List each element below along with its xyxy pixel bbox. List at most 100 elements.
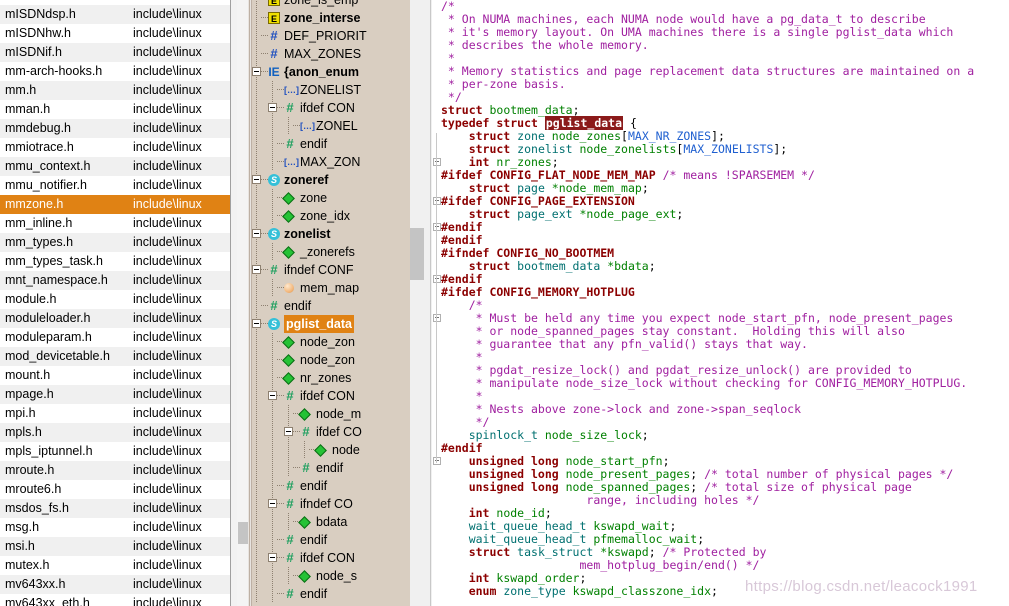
tree-node[interactable]: # ifdef CON: [252, 387, 424, 405]
code-fold-toggle[interactable]: [433, 158, 441, 166]
tree-collapse-toggle[interactable]: [252, 175, 261, 184]
file-list-item[interactable]: moduleparam.h include\linux: [0, 328, 230, 347]
file-list-item[interactable]: mroute6.h include\linux: [0, 480, 230, 499]
tree-node[interactable]: zone_idx: [252, 207, 424, 225]
tree-node[interactable]: # DEF_PRIORIT: [252, 27, 424, 45]
tree-collapse-toggle[interactable]: [268, 553, 277, 562]
tree-node[interactable]: # ifndef CONF: [252, 261, 424, 279]
file-list-item[interactable]: mmzone.h include\linux: [0, 195, 230, 214]
tree-node[interactable]: # endif: [252, 297, 424, 315]
file-list-item[interactable]: mmiotrace.h include\linux: [0, 138, 230, 157]
tree-node[interactable]: […] MAX_ZON: [252, 153, 424, 171]
symbol-tree-panel[interactable]: Ezone_is_emp Ezone_interse # DEF_PRIORIT # MA…: [252, 0, 424, 606]
tree-node[interactable]: zone: [252, 189, 424, 207]
tree-collapse-toggle[interactable]: [252, 319, 261, 328]
file-list-item[interactable]: mnt_namespace.h include\linux: [0, 271, 230, 290]
file-list-item[interactable]: mpls.h include\linux: [0, 423, 230, 442]
file-list-item[interactable]: mroute.h include\linux: [0, 461, 230, 480]
symbol-tree[interactable]: Ezone_is_emp Ezone_interse # DEF_PRIORIT # MA…: [252, 0, 424, 603]
open-files-panel[interactable]: miscdevice.hinclude\linuxmISDNdsp.hinclu…: [0, 0, 231, 606]
file-list-item[interactable]: mpage.h include\linux: [0, 385, 230, 404]
tree-collapse-toggle[interactable]: [252, 67, 261, 76]
tree-node[interactable]: Szoneref: [252, 171, 424, 189]
file-list-item[interactable]: mISDNif.h include\linux: [0, 43, 230, 62]
tree-node[interactable]: bdata: [252, 513, 424, 531]
file-list-item[interactable]: mm_types_task.h include\linux: [0, 252, 230, 271]
tree-node[interactable]: Ezone_is_emp: [252, 0, 424, 9]
code-token: kswapd_wait: [593, 519, 670, 533]
code-editor-panel[interactable]: /* * On NUMA machines, each NUMA node wo…: [432, 0, 1009, 606]
tree-node-label: bdata: [316, 515, 348, 529]
file-list[interactable]: miscdevice.hinclude\linuxmISDNdsp.hinclu…: [0, 0, 230, 606]
tree-node[interactable]: _zonerefs: [252, 243, 424, 261]
file-list-item[interactable]: msdos_fs.h include\linux: [0, 499, 230, 518]
tree-collapse-toggle[interactable]: [252, 229, 261, 238]
tree-scroll-thumb[interactable]: [410, 228, 424, 280]
tree-node[interactable]: nr_zones: [252, 369, 424, 387]
tree-node[interactable]: # endif: [252, 459, 424, 477]
tree-collapse-toggle[interactable]: [268, 103, 277, 112]
file-list-item[interactable]: mpls_iptunnel.h include\linux: [0, 442, 230, 461]
file-list-item[interactable]: mm_inline.h include\linux: [0, 214, 230, 233]
file-list-item[interactable]: mutex.h include\linux: [0, 556, 230, 575]
tree-node[interactable]: mem_map: [252, 279, 424, 297]
tree-collapse-toggle[interactable]: [268, 391, 277, 400]
tree-node-label: zone: [300, 191, 328, 205]
tree-node[interactable]: # ifdef CON: [252, 99, 424, 117]
tree-node[interactable]: # endif: [252, 531, 424, 549]
code-fold-toggle[interactable]: [433, 457, 441, 465]
file-list-item[interactable]: mv643xx_eth.h include\linux: [0, 594, 230, 606]
tree-node[interactable]: # endif: [252, 135, 424, 153]
tree-node[interactable]: node_zon: [252, 351, 424, 369]
file-list-item[interactable]: mmdebug.h include\linux: [0, 119, 230, 138]
tree-collapse-toggle[interactable]: [252, 265, 261, 274]
tree-collapse-toggle[interactable]: [284, 427, 293, 436]
file-list-scrollbar[interactable]: [237, 0, 248, 606]
file-list-item[interactable]: msi.h include\linux: [0, 537, 230, 556]
tree-collapse-toggle[interactable]: [268, 499, 277, 508]
file-list-item[interactable]: moduleloader.h include\linux: [0, 309, 230, 328]
file-list-item[interactable]: mISDNdsp.h include\linux: [0, 5, 230, 24]
code-fold-toggle[interactable]: [433, 197, 441, 205]
code-text-area[interactable]: /* * On NUMA machines, each NUMA node wo…: [441, 0, 1009, 598]
tree-node[interactable]: node: [252, 441, 424, 459]
tree-node[interactable]: […] ZONEL: [252, 117, 424, 135]
file-list-item[interactable]: mISDNhw.h include\linux: [0, 24, 230, 43]
file-list-item[interactable]: mman.h include\linux: [0, 100, 230, 119]
tree-node[interactable]: node_zon: [252, 333, 424, 351]
tree-node[interactable]: # endif: [252, 585, 424, 603]
tree-node[interactable]: Spglist_data: [252, 315, 424, 333]
file-list-item[interactable]: mmu_notifier.h include\linux: [0, 176, 230, 195]
file-list-item[interactable]: mm_types.h include\linux: [0, 233, 230, 252]
code-fold-toggle[interactable]: [433, 314, 441, 322]
file-location: include\linux: [133, 444, 202, 458]
tree-node[interactable]: # ifndef CO: [252, 495, 424, 513]
file-list-item[interactable]: mod_devicetable.h include\linux: [0, 347, 230, 366]
tree-node[interactable]: […] ZONELIST: [252, 81, 424, 99]
file-list-scroll-thumb[interactable]: [238, 522, 248, 544]
file-list-item[interactable]: msg.h include\linux: [0, 518, 230, 537]
file-list-item[interactable]: mm.h include\linux: [0, 81, 230, 100]
code-fold-toggle[interactable]: [433, 223, 441, 231]
file-list-item[interactable]: mpi.h include\linux: [0, 404, 230, 423]
tree-node[interactable]: IE {anon_enum: [252, 63, 424, 81]
tree-node[interactable]: # ifdef CON: [252, 549, 424, 567]
file-list-item[interactable]: mv643xx.h include\linux: [0, 575, 230, 594]
tree-node[interactable]: # ifdef CO: [252, 423, 424, 441]
tree-node[interactable]: node_m: [252, 405, 424, 423]
tree-node[interactable]: # MAX_ZONES: [252, 45, 424, 63]
file-list-item[interactable]: mmu_context.h include\linux: [0, 157, 230, 176]
tree-node-label: {anon_enum: [284, 65, 360, 79]
file-name: mutex.h: [5, 558, 50, 572]
tree-node[interactable]: node_s: [252, 567, 424, 585]
file-list-item[interactable]: mount.h include\linux: [0, 366, 230, 385]
tree-scrollbar[interactable]: [410, 0, 424, 606]
file-list-item[interactable]: module.h include\linux: [0, 290, 230, 309]
tree-node[interactable]: Ezone_interse: [252, 9, 424, 27]
code-token: page: [517, 181, 552, 195]
tree-node[interactable]: Szonelist: [252, 225, 424, 243]
tree-node[interactable]: # endif: [252, 477, 424, 495]
tree-guide-line: [256, 243, 257, 261]
file-list-item[interactable]: mm-arch-hooks.h include\linux: [0, 62, 230, 81]
code-fold-toggle[interactable]: [433, 275, 441, 283]
